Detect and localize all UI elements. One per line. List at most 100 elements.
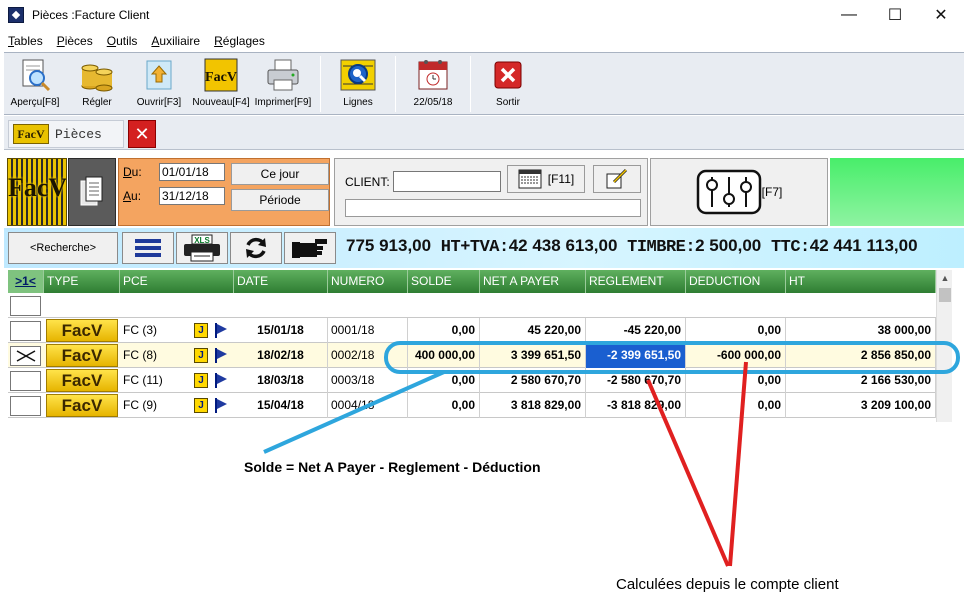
regler-button[interactable]: Régler <box>66 53 128 115</box>
calendar-date-label: 22/05/18 <box>413 97 453 108</box>
row-type-badge[interactable]: FacV <box>46 344 118 367</box>
total-ttc-label: TTC: <box>770 238 810 257</box>
ouvrir-button[interactable]: Ouvrir[F3] <box>128 53 190 115</box>
menu-reglages[interactable]: Réglages <box>214 34 265 48</box>
row-checkbox[interactable] <box>10 296 41 316</box>
journal-icon[interactable]: J <box>194 323 208 338</box>
ce-jour-button[interactable]: Ce jour <box>231 163 329 185</box>
col-header-select[interactable]: >1< <box>8 270 44 293</box>
row-checkbox-checked[interactable] <box>10 346 41 366</box>
grid-header: >1< TYPE PCE DATE NUMERO SOLDE NET A PAY… <box>8 270 936 293</box>
row-ht: 2 166 530,00 <box>786 368 936 393</box>
date-du-input[interactable]: 01/01/18 <box>159 163 225 181</box>
journal-icon[interactable]: J <box>194 348 208 363</box>
menu-pieces[interactable]: Pièces <box>57 34 93 48</box>
recherche-button[interactable]: <Recherche> <box>8 232 118 264</box>
row-checkbox[interactable] <box>10 321 41 341</box>
hamburger-icon <box>135 239 161 257</box>
row-date: 18/03/18 <box>234 368 328 393</box>
sortir-button[interactable]: Sortir <box>477 53 539 115</box>
tab-pieces[interactable]: FacV Pièces <box>8 120 124 148</box>
export-xls-button[interactable]: XLS <box>176 232 228 264</box>
menu-outils[interactable]: Outils <box>107 34 138 48</box>
documents-button[interactable] <box>68 158 116 226</box>
imprimer-button[interactable]: Imprimer[F9] <box>252 53 314 115</box>
table-row-selected[interactable]: FacV FC (8) J 18/02/18 0002/18 400 000,0… <box>8 343 936 368</box>
row-type-badge[interactable]: FacV <box>46 369 118 392</box>
menu-tables[interactable]: Tables <box>8 34 43 48</box>
close-tab-button[interactable]: ✕ <box>128 120 156 148</box>
row-date: 18/02/18 <box>234 343 328 368</box>
sliders-icon <box>696 169 761 215</box>
row-deduction: 0,00 <box>686 393 786 418</box>
col-header-net[interactable]: NET A PAYER <box>480 270 586 293</box>
sortir-label: Sortir <box>496 97 520 108</box>
row-deduction: -600 000,00 <box>686 343 786 368</box>
table-row[interactable]: FacV FC (11) J 18/03/18 0003/18 0,00 2 5… <box>8 368 936 393</box>
col-header-pce[interactable]: PCE <box>120 270 234 293</box>
refresh-icon <box>246 237 266 259</box>
client-list-button[interactable]: [F11] <box>507 165 585 193</box>
col-header-reglement[interactable]: REGLEMENT <box>586 270 686 293</box>
row-pce: FC (3) <box>123 323 157 337</box>
col-header-deduction[interactable]: DEDUCTION <box>686 270 786 293</box>
status-panel <box>830 158 964 226</box>
row-net: 2 580 670,70 <box>480 368 586 393</box>
exit-icon <box>490 57 526 93</box>
row-checkbox[interactable] <box>10 396 41 416</box>
menu-auxiliaire[interactable]: Auxiliaire <box>151 34 200 48</box>
row-solde: 0,00 <box>408 393 480 418</box>
refresh-button[interactable] <box>230 232 282 264</box>
row-checkbox[interactable] <box>10 371 41 391</box>
col-header-numero[interactable]: NUMERO <box>328 270 408 293</box>
xls-printer-icon: XLS <box>184 234 220 262</box>
flag-icon[interactable] <box>214 348 228 363</box>
client-edit-button[interactable] <box>593 165 641 193</box>
menu-list-button[interactable] <box>122 232 174 264</box>
row-ht: 2 856 850,00 <box>786 343 936 368</box>
open-folder-icon <box>141 57 177 93</box>
scroll-thumb[interactable] <box>939 288 951 302</box>
maximize-button[interactable]: ☐ <box>872 0 918 30</box>
flag-icon[interactable] <box>214 373 228 388</box>
app-icon <box>8 7 24 23</box>
f7-label: [F7] <box>761 185 783 199</box>
col-header-date[interactable]: DATE <box>234 270 328 293</box>
table-row[interactable]: FacV FC (3) J 15/01/18 0001/18 0,00 45 2… <box>8 318 936 343</box>
row-net: 45 220,00 <box>480 318 586 343</box>
client-name-field[interactable] <box>345 199 641 217</box>
scroll-up-icon[interactable]: ▲ <box>937 270 953 286</box>
client-input[interactable] <box>393 171 501 192</box>
apercu-button[interactable]: Aperçu[F8] <box>4 53 66 115</box>
journal-icon[interactable]: J <box>194 373 208 388</box>
row-type-badge[interactable]: FacV <box>46 394 118 417</box>
col-header-type[interactable]: TYPE <box>44 270 120 293</box>
periode-button[interactable]: Période <box>231 189 329 211</box>
col-header-solde[interactable]: SOLDE <box>408 270 480 293</box>
grid-scrollbar[interactable]: ▲ <box>936 270 952 422</box>
flag-icon[interactable] <box>214 398 228 413</box>
row-type-badge[interactable]: FacV <box>46 319 118 342</box>
minimize-button[interactable]: — <box>826 0 872 30</box>
table-row-empty[interactable] <box>8 293 936 318</box>
calendar-button[interactable]: 22/05/18 <box>402 53 464 115</box>
settings-f7-button[interactable]: [F7] <box>650 158 828 226</box>
au-label: Au: <box>123 189 142 203</box>
row-reglement-selected[interactable]: -2 399 651,50 <box>586 343 686 368</box>
nouveau-button[interactable]: FacV Nouveau[F4] <box>190 53 252 115</box>
pointer-button[interactable] <box>284 232 336 264</box>
date-range-panel: Du: 01/01/18 Au: 31/12/18 Ce jour Périod… <box>118 158 330 226</box>
close-window-button[interactable]: ✕ <box>918 0 964 30</box>
table-row[interactable]: FacV FC (9) J 15/04/18 0004/18 0,00 3 81… <box>8 393 936 418</box>
lignes-button[interactable]: Lignes <box>327 53 389 115</box>
row-reglement: -45 220,00 <box>586 318 686 343</box>
tab-strip: FacV Pièces ✕ <box>4 116 964 150</box>
row-solde: 0,00 <box>408 318 480 343</box>
row-net: 3 399 651,50 <box>480 343 586 368</box>
col-header-ht[interactable]: HT <box>786 270 936 293</box>
row-reglement: -3 818 829,00 <box>586 393 686 418</box>
flag-icon[interactable] <box>214 323 228 338</box>
date-au-input[interactable]: 31/12/18 <box>159 187 225 205</box>
cross-check-icon <box>16 350 35 362</box>
journal-icon[interactable]: J <box>194 398 208 413</box>
